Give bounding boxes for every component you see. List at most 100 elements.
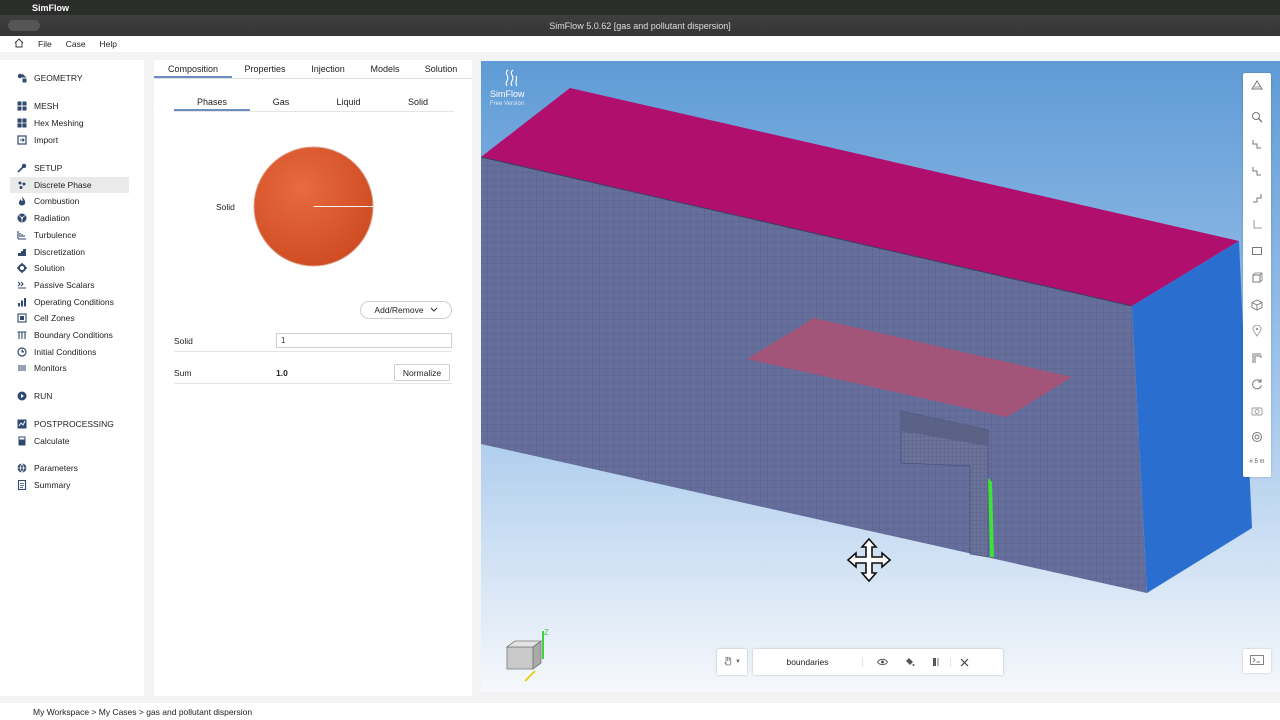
sidebar-item-boundary-conditions[interactable]: Boundary Conditions (10, 327, 129, 343)
sidebar-item-monitors[interactable]: Monitors (10, 360, 129, 376)
solid-fraction-row: Solid (174, 330, 452, 352)
sidebar-item-discrete-phase[interactable]: Discrete Phase (10, 177, 129, 193)
radiation-icon (10, 213, 34, 223)
location-pin-icon[interactable] (1243, 319, 1271, 343)
terminal-button[interactable] (1243, 649, 1271, 673)
sidebar-item-label: Hex Meshing (34, 118, 84, 128)
subtab-solid[interactable]: Solid (385, 94, 451, 111)
phase-subtabs: Phases Gas Liquid Solid (174, 94, 454, 112)
x-axis (524, 670, 536, 682)
sidebar-item-operating-conditions[interactable]: Operating Conditions (10, 294, 129, 310)
tab-properties[interactable]: Properties (232, 60, 298, 78)
hand-icon (723, 656, 733, 668)
orientation-cube[interactable]: Z (503, 625, 551, 685)
menu-help[interactable]: Help (100, 39, 124, 49)
box-icon[interactable] (1243, 266, 1271, 290)
sidebar-item-label: SETUP (34, 163, 63, 173)
simflow-logo: SimFlow Free Version (490, 69, 525, 109)
sidebar-item-label: Boundary Conditions (34, 330, 113, 340)
reset-view-icon[interactable] (1243, 372, 1271, 396)
visibility-panel: boundaries (753, 649, 1003, 675)
sidebar-item-label: Discrete Phase (34, 180, 92, 190)
cell-zones-icon (10, 313, 34, 323)
document-icon (10, 480, 34, 490)
sidebar-item-passive-scalars[interactable]: Passive Scalars (10, 277, 129, 293)
hand-tool-dropdown[interactable]: ▼ (717, 649, 747, 675)
sidebar-item-parameters[interactable]: Parameters (10, 460, 129, 476)
sidebar-item-label: POSTPROCESSING (34, 419, 114, 429)
sidebar-item-import[interactable]: Import (10, 132, 129, 148)
colorbar-icon[interactable] (923, 657, 950, 667)
z-axis-label: Z (544, 628, 549, 637)
add-remove-button[interactable]: Add/Remove (360, 301, 452, 319)
scale-indicator: # 5 m (1249, 459, 1265, 465)
sidebar-item-turbulence[interactable]: Turbulence (10, 227, 129, 243)
menu-file[interactable]: File (38, 39, 59, 49)
cube-mesh-icon[interactable] (1243, 293, 1271, 317)
sidebar-item-radiation[interactable]: Radiation (10, 210, 129, 226)
sidebar-item-label: Solution (34, 263, 65, 273)
camera-icon[interactable] (1243, 399, 1271, 423)
tab-injection[interactable]: Injection (298, 60, 358, 78)
tab-solution[interactable]: Solution (412, 60, 470, 78)
monitor-icon (10, 363, 34, 373)
settings-panel: Composition Properties Injection Models … (154, 60, 472, 696)
sidebar-item-initial-conditions[interactable]: Initial Conditions (10, 344, 129, 360)
mac-app-name[interactable]: SimFlow (32, 3, 69, 13)
sidebar-item-label: Calculate (34, 436, 70, 446)
zoom-icon[interactable] (1243, 105, 1271, 129)
visibility-name[interactable]: boundaries (753, 657, 863, 667)
subtab-gas[interactable]: Gas (250, 94, 312, 111)
window-controls[interactable] (8, 20, 40, 31)
sidebar-item-cell-zones[interactable]: Cell Zones (10, 310, 129, 326)
flame-icon (10, 196, 34, 206)
sidebar-item-mesh[interactable]: MESH (10, 98, 129, 114)
sidebar-item-label: Radiation (34, 213, 70, 223)
pie-label-solid: Solid (216, 202, 235, 212)
tab-composition[interactable]: Composition (154, 60, 232, 78)
sidebar-item-label: RUN (34, 391, 53, 401)
breadcrumb-text[interactable]: My Workspace > My Cases > gas and pollut… (33, 707, 252, 717)
3d-viewport[interactable]: SimFlow Free Version # 5 m Z ▼ boundarie… (481, 61, 1280, 692)
sidebar-item-combustion[interactable]: Combustion (10, 193, 129, 209)
view-iso-icon[interactable] (1243, 213, 1271, 237)
close-icon[interactable] (950, 657, 977, 667)
frame-icon[interactable] (1243, 239, 1271, 263)
sidebar: GEOMETRY MESH Hex Meshing Import SETUP D… (0, 60, 144, 696)
view-x-icon[interactable] (1243, 132, 1271, 156)
chevron-down-icon (430, 305, 438, 315)
sum-row: Sum 1.0 Normalize (174, 362, 452, 384)
settings-wheel-icon[interactable] (1243, 425, 1271, 449)
sidebar-item-hex-meshing[interactable]: Hex Meshing (10, 115, 129, 131)
passive-scalars-icon (10, 280, 34, 290)
view-z-icon[interactable] (1243, 186, 1271, 210)
tab-models[interactable]: Models (358, 60, 412, 78)
sidebar-item-calculate[interactable]: Calculate (10, 433, 129, 449)
perspective-icon[interactable] (1243, 73, 1271, 97)
sidebar-item-label: Summary (34, 480, 71, 490)
clip-plane-icon[interactable] (1243, 346, 1271, 370)
sidebar-item-summary[interactable]: Summary (10, 477, 129, 493)
sidebar-item-setup[interactable]: SETUP (10, 160, 129, 176)
play-icon (10, 391, 34, 401)
terminal-icon (1250, 655, 1264, 667)
discretization-icon (10, 247, 34, 257)
view-toolbar: # 5 m (1243, 73, 1271, 477)
view-y-icon[interactable] (1243, 159, 1271, 183)
sidebar-item-discretization[interactable]: Discretization (10, 244, 129, 260)
menu-case[interactable]: Case (66, 39, 93, 49)
subtab-liquid[interactable]: Liquid (312, 94, 385, 111)
normalize-button[interactable]: Normalize (394, 364, 450, 381)
app-menu-bar: File Case Help (0, 36, 1280, 52)
sidebar-item-run[interactable]: RUN (10, 388, 129, 404)
sidebar-item-label: Monitors (34, 363, 67, 373)
subtab-phases[interactable]: Phases (174, 94, 250, 111)
sidebar-item-geometry[interactable]: GEOMETRY (10, 70, 129, 86)
sidebar-item-postprocessing[interactable]: POSTPROCESSING (10, 416, 129, 432)
home-icon[interactable] (0, 38, 38, 50)
sidebar-item-solution[interactable]: Solution (10, 260, 129, 276)
paint-bucket-icon[interactable] (896, 657, 923, 667)
eye-icon[interactable] (869, 658, 896, 666)
solid-fraction-input[interactable] (276, 333, 452, 348)
sum-label: Sum (174, 367, 192, 378)
